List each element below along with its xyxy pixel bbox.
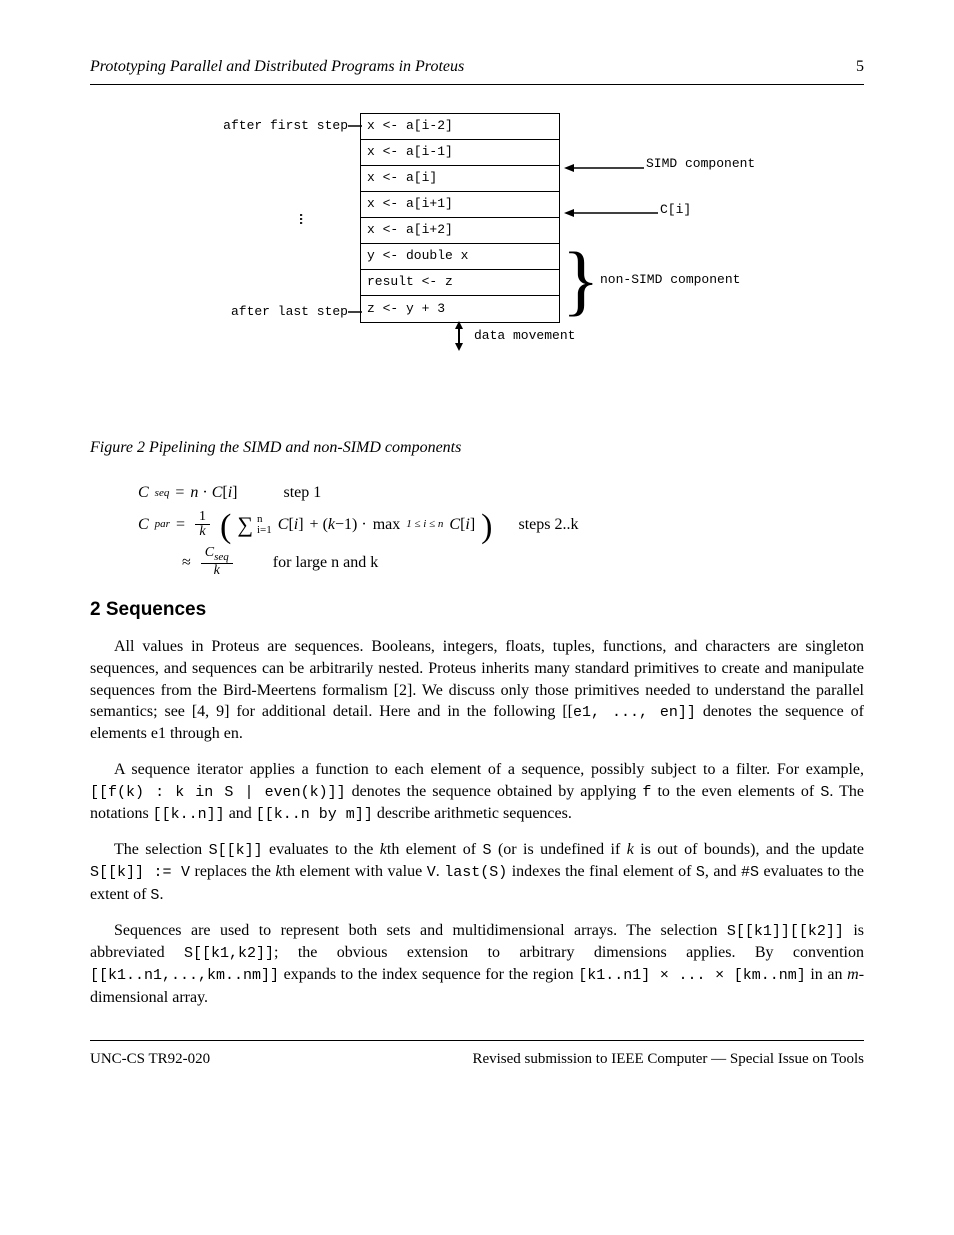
figure-stack: x <- a[i-2] x <- a[i-1] x <- a[i] x <- a… bbox=[360, 113, 560, 323]
stack-cell: x <- a[i-1] bbox=[361, 140, 559, 166]
footer-left: UNC-CS TR92-020 bbox=[90, 1049, 210, 1069]
paragraph: Sequences are used to represent both set… bbox=[90, 920, 864, 1008]
label-simd-component: SIMD component bbox=[646, 155, 755, 173]
cost-formula: Cseq = n · C[i] step 1 Cpar = 1k ( ∑ n i… bbox=[138, 482, 864, 579]
formula-step2: steps 2..k bbox=[519, 514, 579, 536]
stack-cell: x <- a[i] bbox=[361, 166, 559, 192]
bottom-rule bbox=[90, 1040, 864, 1041]
label-non-simd: non-SIMD component bbox=[600, 271, 740, 289]
paragraph: The selection S[[k]] evaluates to the kt… bbox=[90, 839, 864, 906]
formula-condition: for large n and k bbox=[273, 552, 378, 574]
label-after-last-step: after last step bbox=[208, 303, 348, 321]
double-arrow-icon bbox=[452, 321, 466, 351]
figure-2: x <- a[i-2] x <- a[i-1] x <- a[i] x <- a… bbox=[90, 113, 864, 413]
paragraph: A sequence iterator applies a function t… bbox=[90, 759, 864, 825]
top-rule bbox=[90, 84, 864, 85]
stack-cell: y <- double x bbox=[361, 244, 559, 270]
section-heading: 2 Sequences bbox=[90, 597, 864, 623]
label-c-i: C[i] bbox=[660, 201, 691, 219]
running-header-title: Prototyping Parallel and Distributed Pro… bbox=[90, 56, 464, 78]
stack-cell: result <- z bbox=[361, 270, 559, 296]
tick-last bbox=[348, 309, 362, 315]
stack-cell: x <- a[i-2] bbox=[361, 114, 559, 140]
stack-cell: z <- y + 3 bbox=[361, 296, 559, 322]
footer-right: Revised submission to IEEE Computer — Sp… bbox=[472, 1049, 864, 1069]
stack-cell: x <- a[i+1] bbox=[361, 192, 559, 218]
label-data-movement: data movement bbox=[474, 327, 575, 345]
arrow-c-i bbox=[564, 206, 660, 220]
paragraph: All values in Proteus are sequences. Boo… bbox=[90, 636, 864, 745]
stack-cell: x <- a[i+2] bbox=[361, 218, 559, 244]
running-header-page: 5 bbox=[856, 56, 864, 78]
arrow-simd bbox=[564, 161, 646, 175]
formula-step1: step 1 bbox=[283, 482, 321, 504]
brace-icon: } bbox=[562, 241, 599, 319]
label-after-first-step: after first step bbox=[198, 117, 348, 135]
tick-first bbox=[348, 123, 362, 129]
ellipsis-icon: … bbox=[291, 213, 318, 231]
figure-caption: Figure 2 Pipelining the SIMD and non-SIM… bbox=[90, 437, 864, 459]
